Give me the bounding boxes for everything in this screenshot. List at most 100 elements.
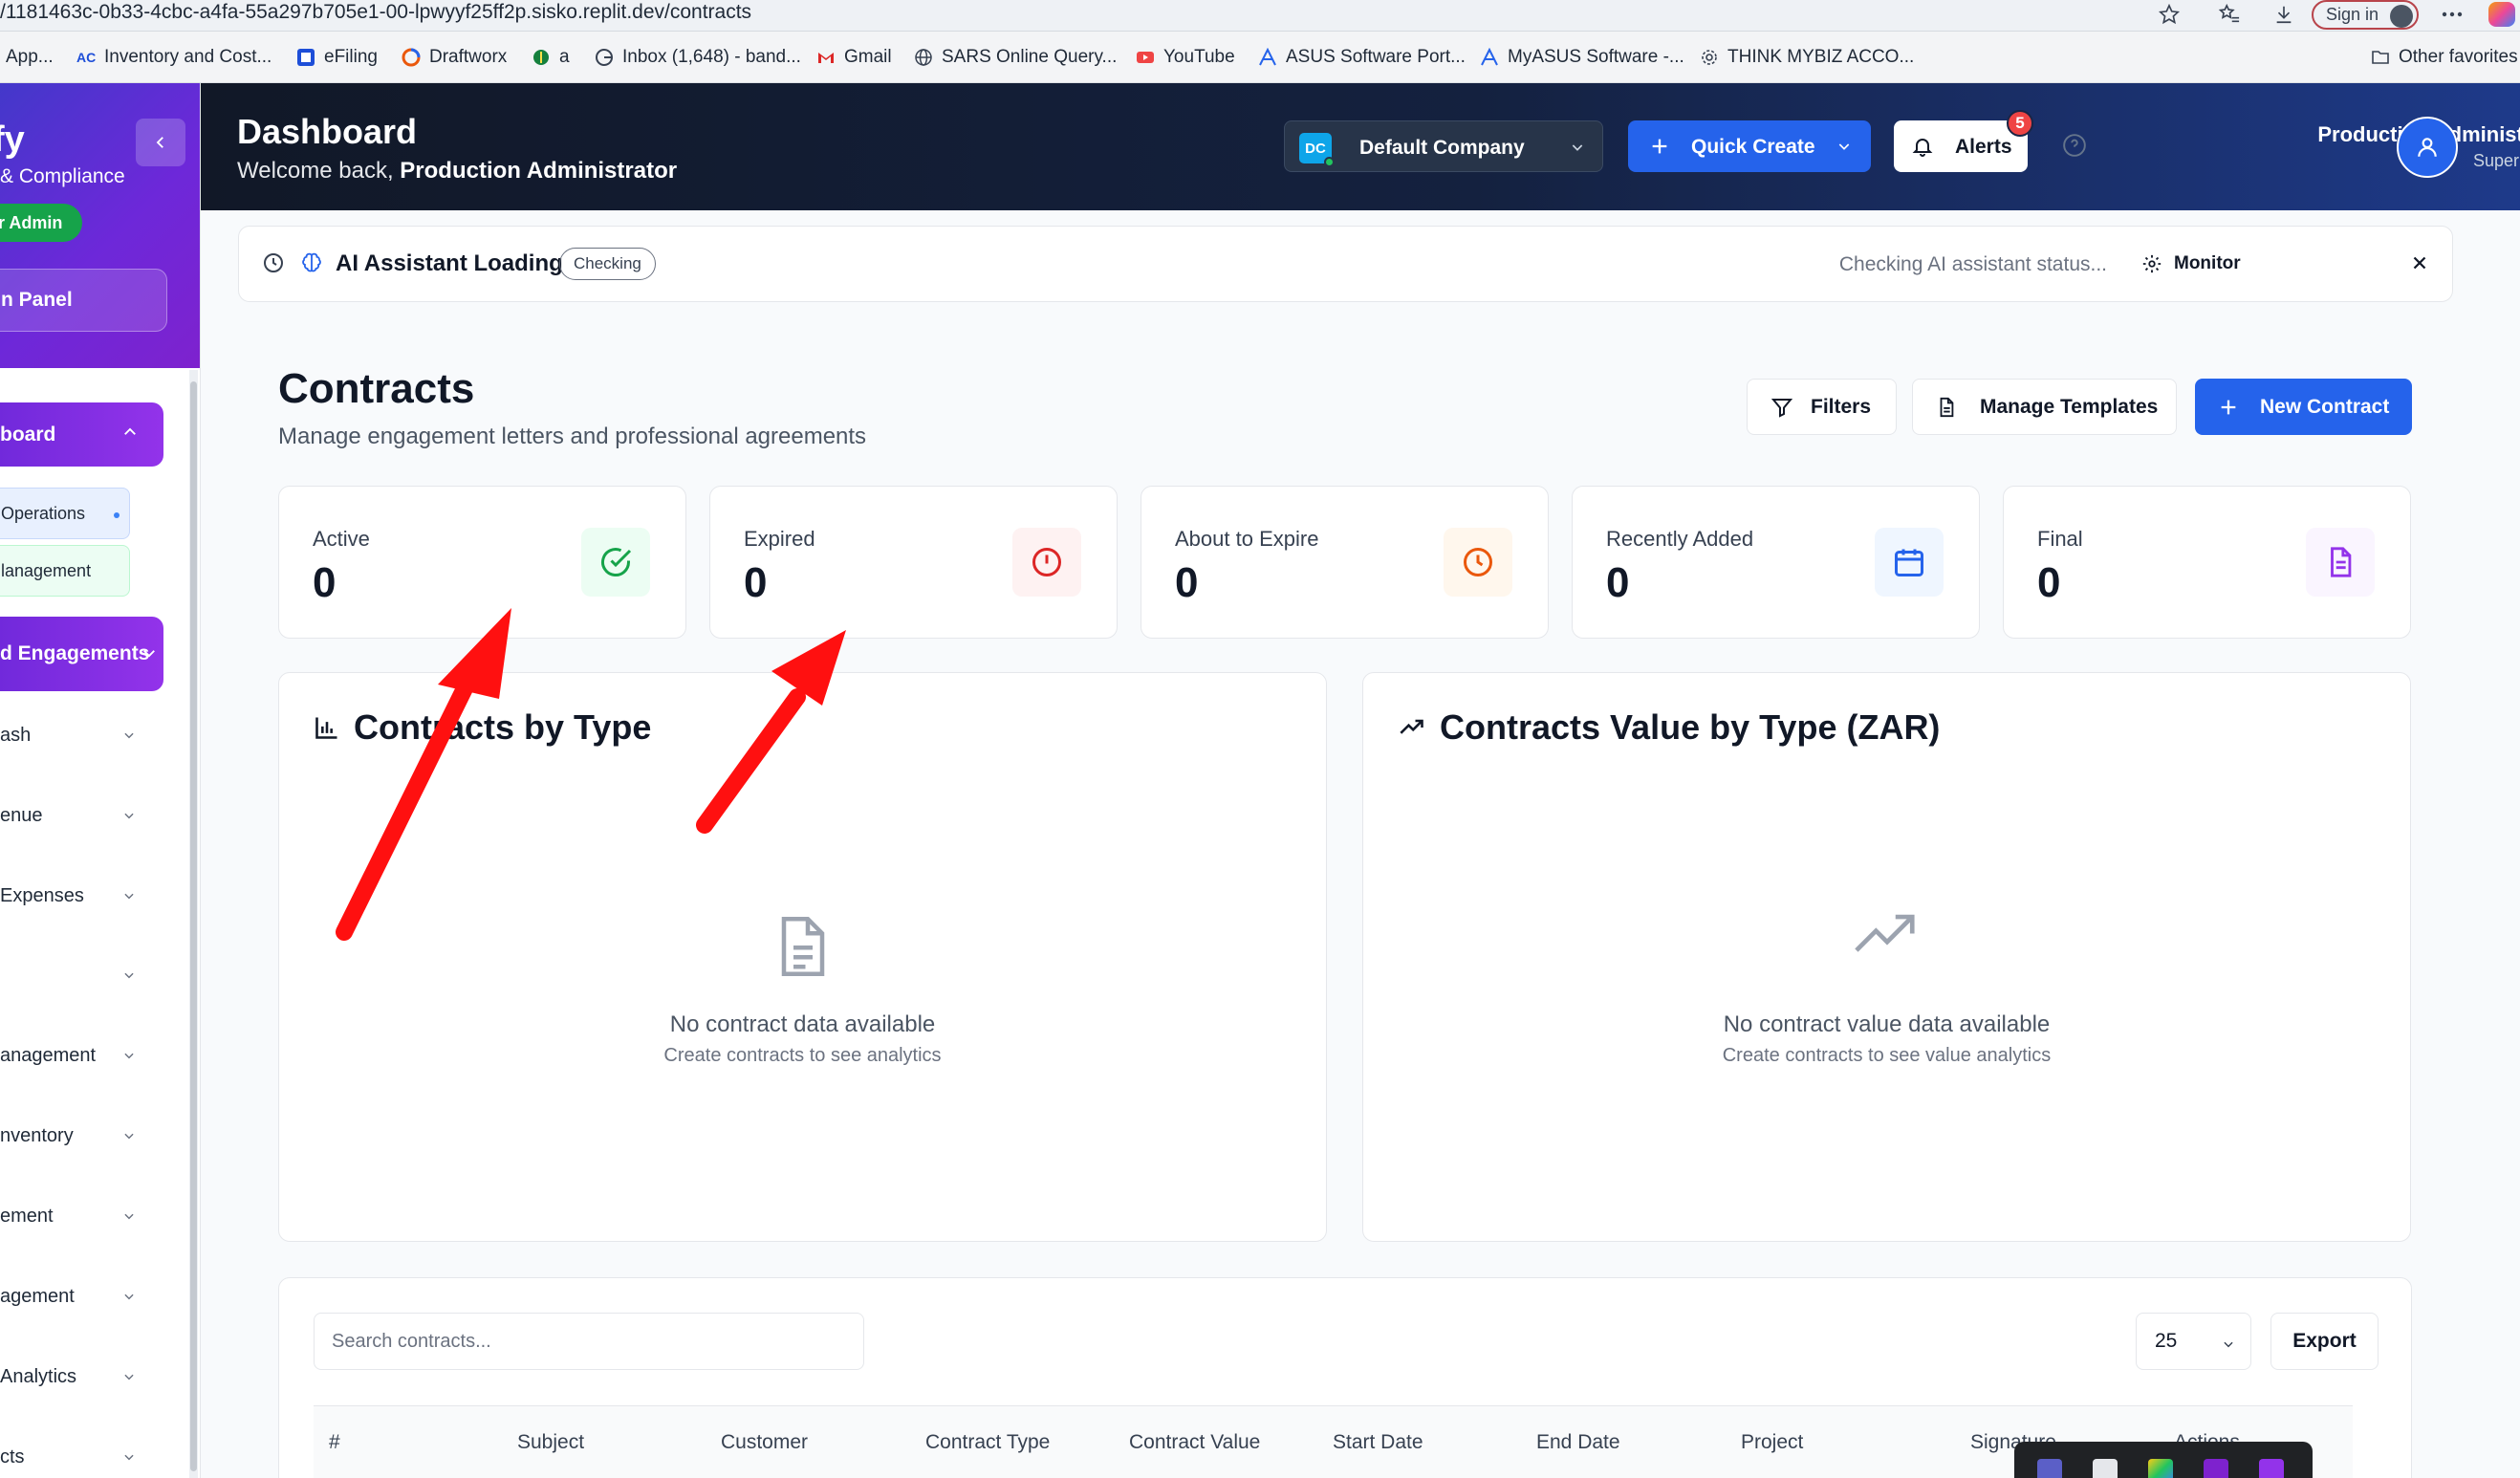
favorite-star-icon[interactable] <box>2155 2 2183 27</box>
empty-state-subtitle: Create contracts to see analytics <box>663 1045 942 1066</box>
column-header-project[interactable]: Project <box>1741 1431 1803 1454</box>
sidebar-item-unlabeled[interactable] <box>0 956 153 994</box>
pen-icon[interactable] <box>2259 1459 2284 1478</box>
bookmark-label: THINK MYBIZ ACCO... <box>1727 47 1915 67</box>
sidebar-item-revenue[interactable]: enue <box>0 796 153 835</box>
more-menu-icon[interactable] <box>2438 2 2466 27</box>
folder-icon <box>2372 51 2389 64</box>
bookmark-label: Other favorites <box>2399 47 2518 67</box>
sidebar-item-label: enue <box>0 804 43 826</box>
help-icon[interactable] <box>2062 133 2087 158</box>
bookmark-label: Gmail <box>844 47 892 67</box>
bookmark-thinkmybiz[interactable]: THINK MYBIZ ACCO... <box>1700 44 1914 71</box>
bookmark-myasus[interactable]: MyASUS Software -... <box>1480 44 1684 71</box>
column-header-number[interactable]: # <box>329 1431 340 1454</box>
favorites-list-icon[interactable] <box>2215 2 2244 27</box>
stat-card-final[interactable]: Final 0 <box>2003 486 2411 639</box>
close-icon[interactable] <box>2409 252 2430 273</box>
stat-card-expired[interactable]: Expired 0 <box>709 486 1118 639</box>
sign-in-button[interactable]: Sign in <box>2312 0 2419 30</box>
sidebar-item-analytics[interactable]: Analytics <box>0 1358 153 1396</box>
admin-panel-button[interactable]: n Panel <box>0 269 167 332</box>
bookmark-inventory[interactable]: AC Inventory and Cost... <box>76 44 272 71</box>
bookmark-a[interactable]: a <box>532 44 570 71</box>
bookmark-label: App... <box>6 47 54 67</box>
sidebar-item-label: Analytics <box>0 1365 77 1387</box>
collapse-sidebar-button[interactable] <box>136 119 185 166</box>
column-header-contract-value[interactable]: Contract Value <box>1129 1431 1260 1454</box>
sidebar-item-expenses[interactable]: Expenses <box>0 877 153 915</box>
google-favicon-icon <box>596 49 613 66</box>
new-contract-button[interactable]: New Contract <box>2195 379 2412 435</box>
bookmark-asus[interactable]: ASUS Software Port... <box>1258 44 1466 71</box>
column-header-start-date[interactable]: Start Date <box>1333 1431 1423 1454</box>
sidebar-item-cash[interactable]: ash <box>0 716 153 754</box>
browser-address-bar[interactable]: /1181463c-0b33-4cbc-a4fa-55a297b705e1-00… <box>0 0 2520 32</box>
url-text[interactable]: /1181463c-0b33-4cbc-a4fa-55a297b705e1-00… <box>0 0 751 25</box>
column-header-subject[interactable]: Subject <box>517 1431 584 1454</box>
sidebar-scrollbar[interactable] <box>189 370 198 1478</box>
downloads-icon[interactable] <box>2270 2 2298 27</box>
column-header-customer[interactable]: Customer <box>721 1431 808 1454</box>
export-button[interactable]: Export <box>2270 1313 2379 1370</box>
bar-chart-icon <box>315 717 337 739</box>
sidebar-item-engagements[interactable]: d Engagements <box>0 617 163 691</box>
teams-icon[interactable] <box>2037 1459 2062 1478</box>
bookmark-label: YouTube <box>1163 47 1235 67</box>
bookmark-other-favorites[interactable]: Other favorites <box>2371 44 2518 71</box>
document-icon <box>1940 397 1954 417</box>
stat-card-active[interactable]: Active 0 <box>278 486 686 639</box>
bookmark-sars[interactable]: SARS Online Query... <box>914 44 1117 71</box>
app-icon[interactable] <box>2093 1459 2118 1478</box>
bookmark-youtube[interactable]: YouTube <box>1136 44 1235 71</box>
stat-label: Expired <box>744 527 815 551</box>
sidebar-item-management[interactable]: anagement <box>0 1036 153 1075</box>
stat-value: 0 <box>1606 559 1630 606</box>
top-bar: Dashboard Welcome back, Production Admin… <box>201 83 2520 210</box>
filters-button[interactable]: Filters <box>1747 379 1897 435</box>
sidebar-item-agement[interactable]: agement <box>0 1277 153 1315</box>
sidebar-subitem-operations[interactable]: Operations <box>0 488 130 539</box>
column-header-end-date[interactable]: End Date <box>1536 1431 1620 1454</box>
manage-templates-label: Manage Templates <box>1980 395 2159 418</box>
sidebar-item-projects[interactable]: cts <box>0 1438 153 1476</box>
document-icon <box>781 917 824 976</box>
stat-value: 0 <box>2037 559 2061 606</box>
bookmark-inbox[interactable]: Inbox (1,648) - band... <box>595 44 801 71</box>
copilot-icon[interactable] <box>2487 2 2516 27</box>
user-avatar[interactable] <box>2397 117 2458 178</box>
column-header-contract-type[interactable]: Contract Type <box>925 1431 1050 1454</box>
page-size-select[interactable]: 25 <box>2136 1313 2251 1370</box>
bookmark-gmail[interactable]: Gmail <box>816 44 892 71</box>
taskbar-preview <box>2014 1442 2313 1478</box>
drive-icon[interactable] <box>2148 1459 2173 1478</box>
welcome-message: Welcome back, Production Administrator <box>237 158 677 185</box>
monitor-button[interactable]: Monitor <box>2141 250 2241 278</box>
bell-icon <box>1912 139 1933 157</box>
sidebar-item-label: nventory <box>0 1124 74 1146</box>
scrollbar-thumb[interactable] <box>190 381 197 1471</box>
ac-favicon-icon: AC <box>76 50 96 65</box>
file-text-icon <box>2331 547 2352 577</box>
bookmark-efiling[interactable]: eFiling <box>296 44 378 71</box>
chevron-down-icon <box>1838 143 1850 150</box>
manage-templates-button[interactable]: Manage Templates <box>1912 379 2177 435</box>
bookmark-draftworx[interactable]: Draftworx <box>402 44 507 71</box>
sidebar-subitem-management[interactable]: lanagement <box>0 545 130 597</box>
stat-value: 0 <box>313 559 337 606</box>
ai-banner-title: AI Assistant Loading <box>336 250 563 276</box>
onenote-icon[interactable] <box>2204 1459 2228 1478</box>
sign-in-label: Sign in <box>2326 5 2379 24</box>
search-input[interactable] <box>314 1313 864 1370</box>
bookmark-apps[interactable]: App... <box>6 44 54 71</box>
stat-card-recently-added[interactable]: Recently Added 0 <box>1572 486 1980 639</box>
sidebar-item-ement[interactable]: ement <box>0 1197 153 1235</box>
company-selector[interactable]: DC Default Company <box>1284 120 1603 172</box>
stat-card-about-to-expire[interactable]: About to Expire 0 <box>1141 486 1549 639</box>
quick-create-button[interactable]: Quick Create <box>1628 120 1871 172</box>
sidebar-item-inventory[interactable]: nventory <box>0 1117 153 1155</box>
gmail-favicon-icon <box>818 53 834 63</box>
new-contract-label: New Contract <box>2260 395 2390 418</box>
bookmark-label: Draftworx <box>429 47 508 67</box>
sidebar-item-dashboard[interactable]: board <box>0 402 163 467</box>
